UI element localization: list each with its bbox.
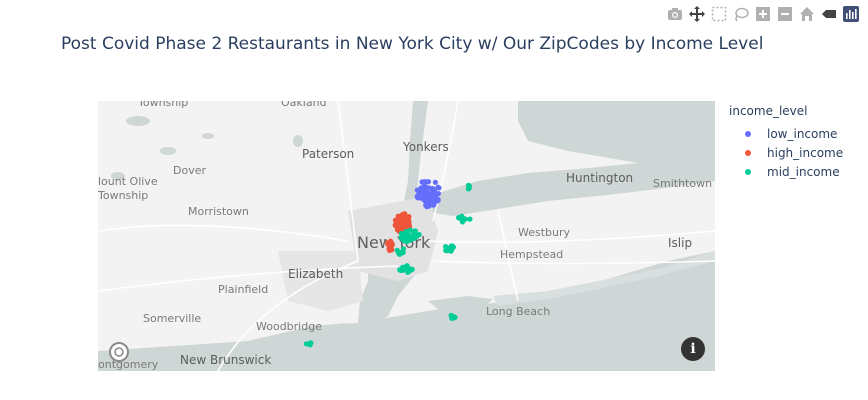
- marker-high-income[interactable]: [396, 219, 402, 225]
- marker-mid-income[interactable]: [444, 245, 450, 251]
- legend-label: high_income: [767, 145, 844, 160]
- marker-mid-income[interactable]: [467, 216, 473, 222]
- marker-mid-income[interactable]: [396, 251, 402, 257]
- marker-low-income[interactable]: [435, 191, 441, 197]
- marker-mid-income[interactable]: [462, 216, 468, 222]
- modebar: [666, 4, 860, 24]
- marker-high-income[interactable]: [394, 227, 400, 233]
- legend: income_level low_income high_income mid_…: [729, 104, 843, 181]
- marker-high-income[interactable]: [402, 214, 408, 220]
- box-select-icon[interactable]: [710, 5, 728, 23]
- marker-mid-income[interactable]: [465, 182, 472, 188]
- legend-item-low-income[interactable]: low_income: [729, 124, 843, 143]
- lasso-icon[interactable]: [732, 5, 750, 23]
- map-area[interactable]: Township Oakland Paterson Yonkers lount …: [98, 101, 715, 371]
- marker-mid-income[interactable]: [403, 228, 410, 234]
- home-icon[interactable]: [798, 5, 816, 23]
- marker-low-income[interactable]: [432, 179, 438, 185]
- chart-title: Post Covid Phase 2 Restaurants in New Yo…: [61, 34, 764, 54]
- legend-marker: [745, 168, 751, 175]
- legend-item-high-income[interactable]: high_income: [729, 143, 843, 162]
- zoom-in-icon[interactable]: [754, 5, 772, 23]
- mapbox-logo-icon[interactable]: [109, 342, 129, 362]
- marker-high-income[interactable]: [403, 222, 409, 228]
- marker-high-income[interactable]: [388, 246, 394, 252]
- toggle-hover-icon[interactable]: [820, 5, 838, 23]
- marker-mid-income[interactable]: [451, 314, 457, 320]
- marker-low-income[interactable]: [419, 179, 425, 185]
- marker-mid-income[interactable]: [303, 341, 309, 347]
- marker-mid-income[interactable]: [398, 267, 404, 273]
- restaurant-markers: [303, 179, 473, 348]
- marker-low-income[interactable]: [417, 191, 423, 197]
- marker-low-income[interactable]: [426, 198, 432, 204]
- marker-low-income[interactable]: [433, 199, 439, 205]
- plotly-logo-icon[interactable]: [842, 5, 860, 23]
- camera-icon[interactable]: [666, 5, 684, 23]
- marker-mid-income[interactable]: [400, 246, 407, 252]
- legend-marker: [745, 130, 751, 137]
- marker-mid-income[interactable]: [403, 265, 409, 271]
- zoom-out-icon[interactable]: [776, 5, 794, 23]
- legend-title: income_level: [729, 104, 808, 118]
- marker-mid-income[interactable]: [409, 266, 415, 272]
- info-icon[interactable]: i: [681, 337, 705, 361]
- marker-mid-income[interactable]: [412, 229, 418, 235]
- marker-low-income[interactable]: [422, 187, 429, 193]
- marker-low-income[interactable]: [435, 184, 441, 190]
- marker-mid-income[interactable]: [400, 233, 406, 239]
- marker-high-income[interactable]: [385, 241, 391, 247]
- pan-icon[interactable]: [688, 5, 706, 23]
- legend-label: mid_income: [767, 164, 840, 179]
- legend-item-mid-income[interactable]: mid_income: [729, 162, 843, 181]
- marker-low-income[interactable]: [422, 193, 428, 199]
- legend-marker: [745, 149, 751, 156]
- marker-mid-income[interactable]: [412, 234, 418, 240]
- legend-label: low_income: [767, 126, 838, 141]
- marker-mid-income[interactable]: [404, 239, 410, 245]
